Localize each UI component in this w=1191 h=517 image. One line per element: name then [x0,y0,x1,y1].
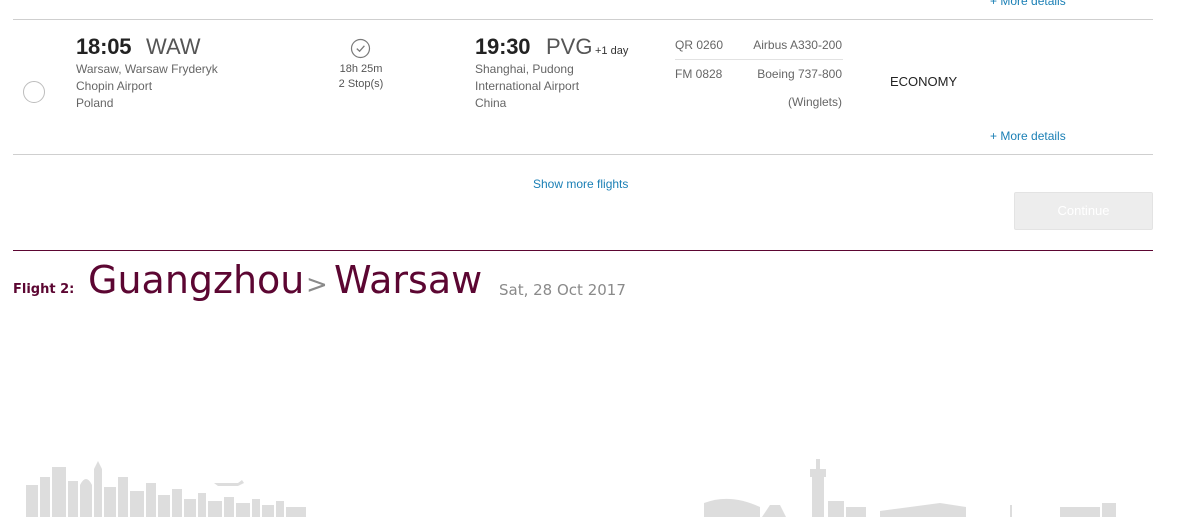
departure-place-line: Poland [76,96,114,110]
cabin-class: ECONOMY [890,74,958,89]
departure-time: 18:05 [76,34,132,59]
arrival-day-offset: +1 day [595,45,629,57]
arrival-time: 19:30 [475,34,531,59]
section-divider [13,250,1153,251]
segment-2-flight-number: FM 0828 [675,67,723,81]
flight-2-date: Sat, 28 Oct 2017 [499,281,626,299]
departure-code: WAW [146,34,201,59]
flight-2-label: Flight 2: [13,282,75,297]
continue-button[interactable]: Continue [1014,192,1153,230]
select-flight-radio[interactable] [23,81,45,103]
arrival-place-line: Shanghai, Pudong [475,62,574,76]
segment-1-flight-number: QR 0260 [675,38,724,52]
departure-place-line: Chopin Airport [76,79,153,93]
more-details-link-previous[interactable]: + More details [990,0,1066,8]
segment-2-aircraft-note: (Winglets) [787,95,842,109]
arrival-place: Shanghai, Pudong International Airport C… [475,61,579,112]
arrival-place-line: International Airport [475,79,580,93]
stops-text: 2 Stop(s) [338,78,384,90]
city-skyline-illustration [26,459,1116,517]
show-more-flights-link[interactable]: Show more flights [533,177,628,191]
segment-1-aircraft: Airbus A330-200 [753,38,842,52]
departure-place-line: Warsaw, Warsaw Fryderyk [76,62,218,76]
duration-block: 18h 25m 2 Stop(s) [320,62,402,92]
more-details-link[interactable]: + More details [990,129,1066,143]
divider-top [13,19,1153,20]
arrival-code: PVG [546,34,593,59]
arrival-place-line: China [475,96,507,110]
segment-divider [675,59,843,60]
segment-2-aircraft: Boeing 737-800 [757,67,842,81]
flight-2-origin: Guangzhou [88,258,305,302]
flight-2-destination: Warsaw [334,258,483,302]
duration-text: 18h 25m [339,63,383,75]
divider-bottom [13,154,1153,155]
clock-icon [350,38,371,59]
flight-2-separator: > [306,270,328,300]
departure-place: Warsaw, Warsaw Fryderyk Chopin Airport P… [76,61,218,112]
